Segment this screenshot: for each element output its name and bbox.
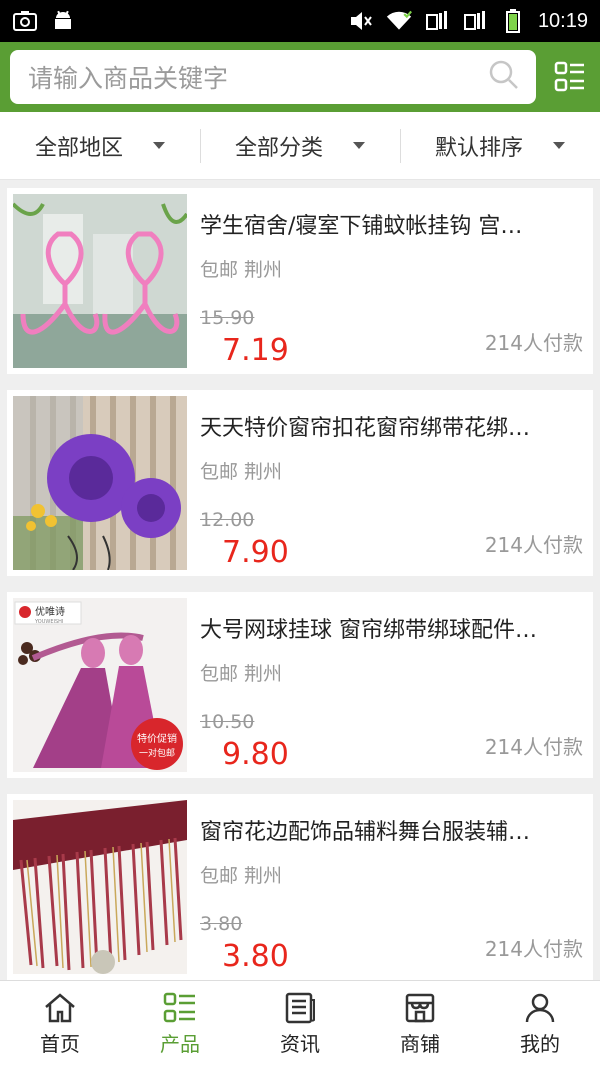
product-original-price: 12.00 [200,509,255,531]
tab-home-label: 首页 [40,1031,80,1056]
caret-down-icon [353,142,365,149]
home-icon [45,992,75,1022]
product-meta: 包邮 荆州 [200,461,283,483]
tab-home[interactable]: 首页 [0,981,120,1067]
filter-category[interactable]: 全部分类 [200,128,400,163]
tab-news[interactable]: 资讯 [240,981,360,1067]
product-list: 学生宿舍/寝室下铺蚊帐挂钩 宫… 包邮 荆州 15.90 7.19 214人付款… [0,180,600,980]
product-meta: 包邮 荆州 [200,259,283,281]
product-original-price: 15.90 [200,307,255,329]
screenshot-icon [12,9,38,33]
battery-icon [500,9,526,33]
product-title: 大号网球挂球 窗帘绑带绑球配件… [200,618,537,643]
product-original-price: 10.50 [200,711,255,733]
product-meta: 包邮 荆州 [200,663,283,685]
tab-shops-label: 商铺 [400,1031,440,1056]
filter-category-label: 全部分类 [234,135,323,161]
product-info: 窗帘花边配饰品辅料舞台服装辅… 包邮 荆州 3.80 3.80 214人付款 [187,800,587,974]
search-icon[interactable] [488,59,520,95]
header-bar: 请输入商品关键字 [0,42,600,112]
list-grid-icon [554,61,584,92]
product-sales: 214人付款 [484,533,583,557]
product-item[interactable]: 优唯诗 YOUWEISHI 特价促销 一对包邮 大号网球挂球 窗帘绑带绑球配件…… [7,592,593,778]
category-menu-button[interactable] [550,57,590,97]
product-thumbnail: 优唯诗 YOUWEISHI 特价促销 一对包邮 [13,598,187,772]
wifi-icon [386,9,412,33]
tab-products[interactable]: 产品 [120,981,240,1067]
product-sales: 214人付款 [484,937,583,961]
product-info: 天天特价窗帘扣花窗帘绑带花绑… 包邮 荆州 12.00 7.90 214人付款 [187,396,587,570]
filter-sort[interactable]: 默认排序 [400,128,600,163]
tab-mine[interactable]: 我的 [480,981,600,1067]
caret-down-icon [153,142,165,149]
news-icon [285,992,315,1023]
tab-shops[interactable]: 商铺 [360,981,480,1067]
android-icon [50,9,76,33]
product-item[interactable]: 学生宿舍/寝室下铺蚊帐挂钩 宫… 包邮 荆州 15.90 7.19 214人付款 [7,188,593,374]
product-meta: 包邮 荆州 [200,865,283,887]
brand-logo-text: 优唯诗 [35,605,65,618]
product-item[interactable]: 窗帘花边配饰品辅料舞台服装辅… 包邮 荆州 3.80 3.80 214人付款 [7,794,593,980]
search-placeholder: 请输入商品关键字 [28,64,229,93]
product-sales: 214人付款 [484,331,583,355]
filter-bar: 全部地区 全部分类 默认排序 [0,112,600,180]
sim1-signal-icon [424,9,450,33]
shop-icon [405,993,435,1022]
promo-badge-text-2: 一对包邮 [139,747,175,759]
tab-products-label: 产品 [160,1031,200,1056]
user-icon [525,993,555,1022]
brand-logo-subtext: YOUWEISHI [34,619,63,625]
product-original-price: 3.80 [200,913,243,935]
product-sales: 214人付款 [484,735,583,759]
product-item[interactable]: 天天特价窗帘扣花窗帘绑带花绑… 包邮 荆州 12.00 7.90 214人付款 [7,390,593,576]
product-info: 大号网球挂球 窗帘绑带绑球配件… 包邮 荆州 10.50 9.80 214人付款 [187,598,587,772]
search-input[interactable]: 请输入商品关键字 [10,50,536,104]
bottom-tab-bar: 首页 产品 资讯 商铺 我的 [0,980,600,1067]
sim2-signal-icon [462,9,488,33]
filter-sort-label: 默认排序 [434,135,523,161]
caret-down-icon [553,142,565,149]
product-grid-icon [163,992,195,1022]
product-title: 天天特价窗帘扣花窗帘绑带花绑… [200,416,531,441]
status-time: 10:19 [537,9,588,32]
tab-news-label: 资讯 [280,1031,320,1056]
filter-region[interactable]: 全部地区 [0,129,200,163]
product-thumbnail [13,194,187,368]
tab-mine-label: 我的 [520,1031,560,1056]
product-title: 窗帘花边配饰品辅料舞台服装辅… [200,820,531,845]
product-title: 学生宿舍/寝室下铺蚊帐挂钩 宫… [200,214,523,239]
product-info: 学生宿舍/寝室下铺蚊帐挂钩 宫… 包邮 荆州 15.90 7.19 214人付款 [187,194,587,368]
product-thumbnail [13,800,187,974]
promo-badge-text-1: 特价促销 [137,732,177,745]
mute-icon [348,9,374,33]
product-thumbnail [13,396,187,570]
status-bar: 10:19 [0,0,600,42]
filter-region-label: 全部地区 [34,135,123,161]
